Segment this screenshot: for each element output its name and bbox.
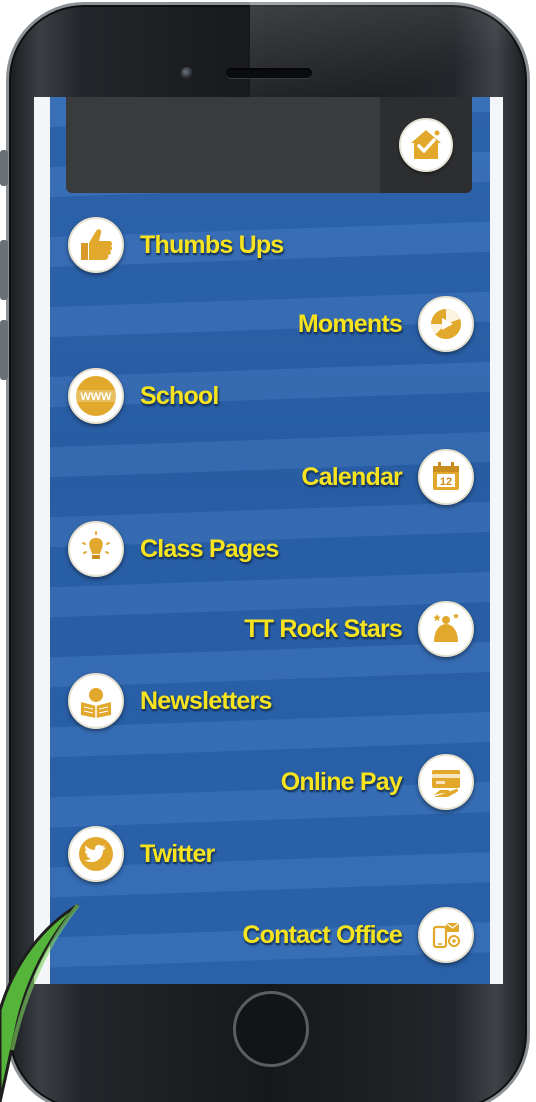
newsletter-icon bbox=[68, 673, 124, 729]
app-header bbox=[66, 97, 472, 193]
menu-item-online-pay[interactable]: Online Pay bbox=[281, 752, 474, 812]
app-screen: Thumbs Ups Moments WWW School 12 Calenda… bbox=[34, 97, 503, 984]
menu-item-contact-office[interactable]: Contact Office bbox=[242, 905, 474, 965]
menu-item-thumbs-ups[interactable]: Thumbs Ups bbox=[68, 215, 284, 275]
green-pointer-arrow bbox=[0, 903, 80, 1102]
twitter-icon bbox=[68, 826, 124, 882]
earpiece-speaker bbox=[226, 68, 312, 78]
calendar-icon: 12 bbox=[418, 449, 474, 505]
rock-stars-icon bbox=[418, 601, 474, 657]
photo-moments-icon bbox=[418, 296, 474, 352]
hardware-home-button[interactable] bbox=[233, 991, 309, 1067]
volume-up-button bbox=[0, 240, 8, 300]
svg-text:WWW: WWW bbox=[80, 391, 112, 403]
volume-down-button bbox=[0, 320, 8, 380]
menu-label-moments: Moments bbox=[297, 309, 403, 338]
glass-glare bbox=[250, 2, 530, 102]
thumbs-up-icon bbox=[68, 217, 124, 273]
menu-item-newsletters[interactable]: Newsletters bbox=[68, 671, 272, 731]
menu-item-moments[interactable]: Moments bbox=[298, 294, 474, 354]
menu-label-tt-rock-stars: TT Rock Stars bbox=[244, 614, 403, 643]
front-camera bbox=[181, 67, 193, 79]
www-icon: WWW bbox=[68, 368, 124, 424]
menu-panel: Thumbs Ups Moments WWW School 12 Calenda… bbox=[50, 97, 490, 984]
payment-card-icon bbox=[418, 754, 474, 810]
svg-text:12: 12 bbox=[440, 476, 452, 488]
menu-label-twitter: Twitter bbox=[140, 839, 215, 868]
menu-label-contact-office: Contact Office bbox=[242, 920, 402, 949]
class-lightbulb-icon bbox=[68, 521, 124, 577]
menu-label-calendar: Calendar bbox=[301, 462, 402, 491]
mute-switch bbox=[0, 150, 8, 186]
menu-item-tt-rock-stars[interactable]: TT Rock Stars bbox=[244, 599, 474, 659]
home-check-icon[interactable] bbox=[399, 118, 453, 172]
menu-item-class-pages[interactable]: Class Pages bbox=[68, 519, 279, 579]
menu-label-thumbs-ups: Thumbs Ups bbox=[140, 230, 284, 259]
menu-label-online-pay: Online Pay bbox=[280, 767, 403, 796]
menu-item-calendar[interactable]: 12 Calendar bbox=[301, 447, 474, 507]
header-home-area bbox=[380, 97, 472, 193]
menu-label-school: School bbox=[140, 381, 219, 410]
menu-label-newsletters: Newsletters bbox=[140, 686, 272, 715]
menu-item-twitter[interactable]: Twitter bbox=[68, 824, 215, 884]
contact-icon bbox=[418, 907, 474, 963]
menu-item-school[interactable]: WWW School bbox=[68, 366, 219, 426]
menu-label-class-pages: Class Pages bbox=[140, 534, 279, 563]
